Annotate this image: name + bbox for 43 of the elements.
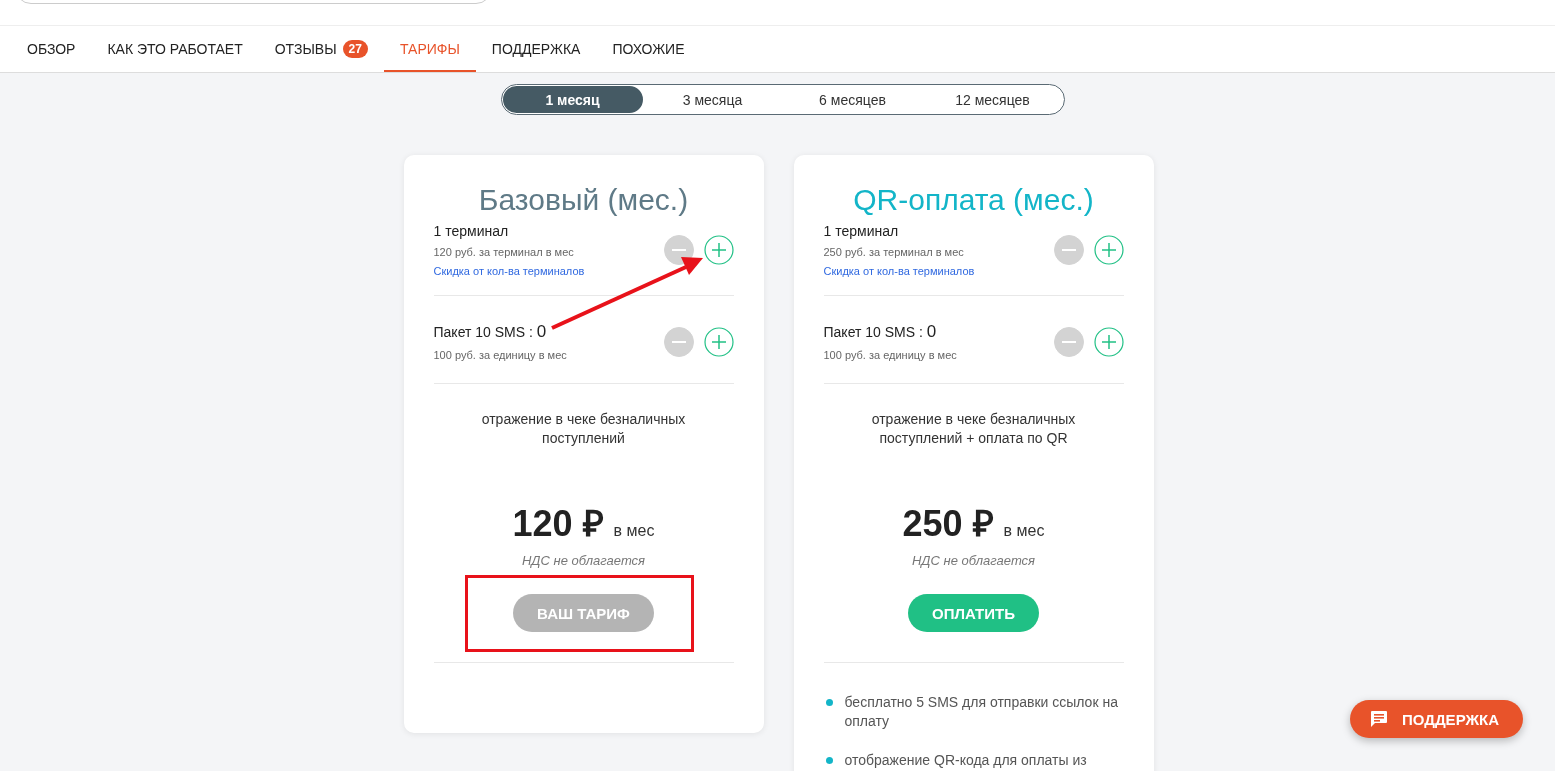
period-option[interactable]: 6 месяцев [782, 86, 923, 113]
price-period: в мес [1003, 522, 1045, 540]
nav-tab[interactable]: ТАРИФЫ [383, 26, 476, 72]
plan-title: QR-оплата (мес.) [852, 183, 1095, 217]
vat-note: НДС не облагается [910, 553, 1037, 568]
chat-icon [1370, 710, 1388, 728]
sms-count: 0 [926, 322, 937, 341]
nav-tab[interactable]: ПОДДЕРЖКА [475, 26, 597, 72]
sms-label: Пакет 10 SMS : [823, 324, 923, 340]
bullet-icon [825, 757, 833, 764]
price-period: в мес [613, 522, 655, 540]
plus-button[interactable] [1093, 326, 1124, 357]
terminal-count: 1 терминал [823, 223, 900, 239]
plus-button[interactable] [703, 235, 734, 265]
plan-price: 120 ₽ [512, 502, 604, 546]
period-option[interactable]: 1 месяц [502, 86, 643, 113]
plan-description: отражение в чеке безналичных поступлений + оплата по QR [870, 410, 1077, 448]
nav-tab[interactable]: ОТЗЫВЫ 27 [258, 26, 384, 72]
sms-price: 100 руб. за единицу в мес [823, 349, 957, 361]
terminal-price: 120 руб. за терминал в мес [433, 246, 575, 258]
plan-price: 250 ₽ [902, 502, 994, 546]
discount-link[interactable]: Скидка от кол-ва терминалов [823, 265, 975, 277]
plan-title: Базовый (мес.) [477, 183, 690, 217]
plus-button[interactable] [703, 326, 734, 357]
plus-button[interactable] [1093, 235, 1124, 265]
terminal-price: 250 руб. за терминал в мес [823, 246, 965, 258]
vat-note: НДС не облагается [520, 553, 647, 568]
discount-link[interactable]: Скидка от кол-ва терминалов [433, 265, 585, 277]
sms-price: 100 руб. за единицу в мес [433, 349, 567, 361]
bullet-icon [825, 699, 833, 706]
support-button[interactable]: ПОДДЕРЖКА [1350, 700, 1523, 738]
sms-label: Пакет 10 SMS : [433, 324, 533, 340]
period-option[interactable]: 3 месяца [642, 86, 783, 113]
feature-text: бесплатно 5 SMS для отправки ссылок на оплату [844, 693, 1119, 731]
plan-description: отражение в чеке безналичных поступлений [480, 410, 687, 448]
nav-tab[interactable]: ОБЗОР [11, 26, 92, 72]
terminal-count: 1 терминал [433, 223, 510, 239]
feature-text: отображение QR-кода для оплаты из [844, 751, 1087, 770]
count-badge: 27 [342, 40, 368, 58]
sms-count: 0 [536, 322, 547, 341]
period-option[interactable]: 12 месяцев [922, 86, 1063, 113]
nav-tab[interactable]: ПОХОЖИЕ [596, 26, 701, 72]
nav-tab[interactable]: КАК ЭТО РАБОТАЕТ [91, 26, 259, 72]
